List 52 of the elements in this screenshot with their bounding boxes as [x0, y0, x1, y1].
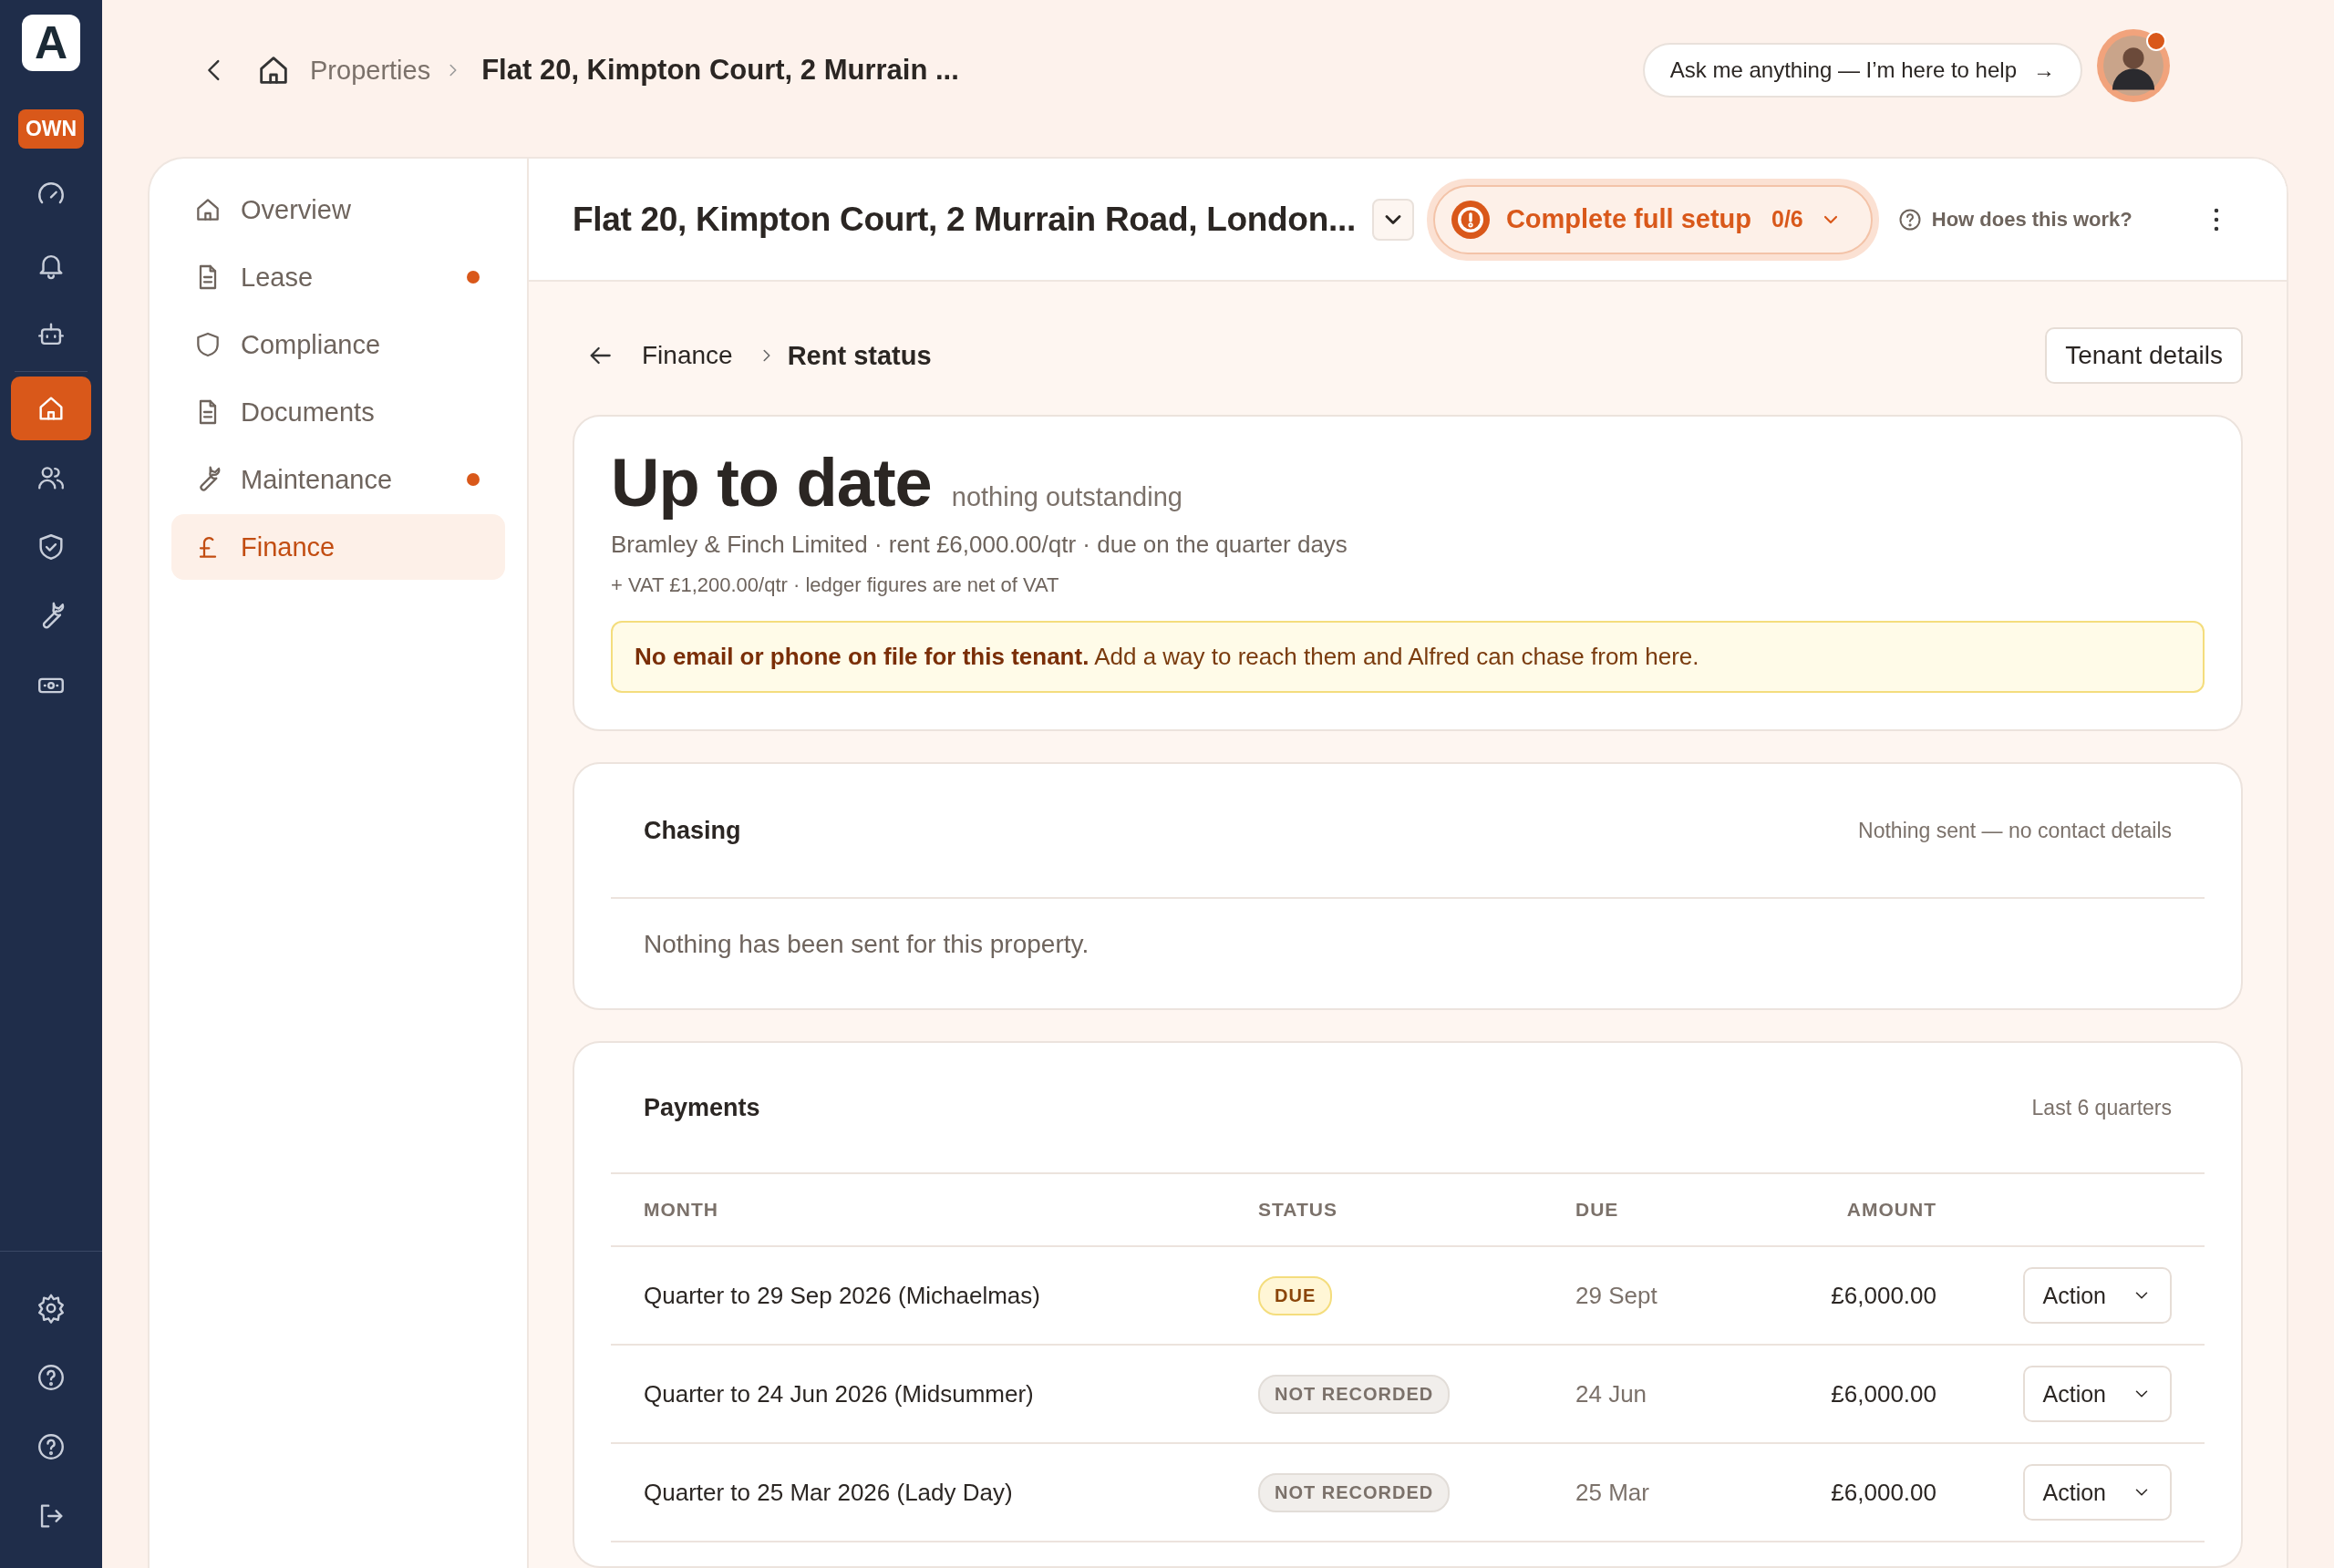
section-title: Payments [644, 1093, 760, 1122]
table-cell-text: £6,000.00 [1830, 1478, 1936, 1507]
person-icon [2103, 36, 2164, 96]
sidebar-item[interactable]: Finance [171, 514, 505, 580]
sidebar-item[interactable]: Maintenance [171, 447, 505, 512]
table-cell-text: Quarter to 25 Mar 2026 (Lady Day) [644, 1478, 1014, 1507]
warning-banner: No email or phone on file for this tenant. Add a way to reach them and Alfred can chase from here. [611, 621, 2205, 693]
rail-item[interactable] [11, 377, 91, 440]
sidebar-item[interactable]: Overview [171, 177, 505, 242]
column-header: MONTH [644, 1199, 719, 1221]
rent-status: Up to date [611, 444, 932, 521]
status-badge: DUE [1258, 1275, 1333, 1315]
status-note: nothing outstanding [951, 482, 1182, 512]
column-header: AMOUNT [1845, 1199, 1936, 1221]
setup-button[interactable]: Complete full setup 0/6 [1432, 184, 1873, 254]
vat-note: + VAT £1,200.00/qtr · ledger figures are net of VAT [611, 573, 1060, 597]
table-cell-text: £6,000.00 [1830, 1379, 1936, 1408]
breadcrumb-link[interactable]: Finance [642, 341, 733, 370]
sidebar-item[interactable]: Documents [171, 379, 505, 445]
lease-summary: Bramley & Finch Limited · rent £6,000.00/qtr · due on the quarter days [611, 531, 1348, 559]
page-title: Rent status [787, 340, 932, 371]
property-title: Flat 20, Kimpton Court, 2 Murrain Road, London... [573, 200, 1356, 239]
empty-message: Nothing has been sent for this property. [643, 929, 1090, 960]
plan-badge: OWN [17, 109, 85, 149]
tenant-details-button[interactable]: Tenant details [2045, 327, 2243, 384]
section-title: Chasing [644, 816, 741, 845]
column-header: DUE [1575, 1199, 1620, 1221]
sidebar-item[interactable]: Lease [171, 244, 505, 310]
help-link[interactable]: How does this work? [1896, 206, 2133, 232]
table-cell-text: £6,000.00 [1830, 1281, 1936, 1310]
section-meta: Last 6 quarters [2031, 1095, 2172, 1120]
property-dropdown-button[interactable] [1371, 198, 1414, 241]
section-meta: Nothing sent — no contact details [1858, 818, 2172, 843]
sidebar-item[interactable]: Compliance [171, 312, 505, 377]
help-icon [36, 1431, 67, 1462]
column-header: STATUS [1258, 1199, 1338, 1221]
action-dropdown[interactable]: Action [2022, 1464, 2172, 1521]
status-badge: NOT RECORDED [1258, 1472, 1451, 1512]
table-cell-text: 25 Mar [1575, 1478, 1650, 1507]
action-dropdown[interactable]: Action [2022, 1267, 2172, 1324]
app-logo[interactable]: A [22, 15, 80, 71]
breadcrumb-link[interactable]: Properties [310, 55, 431, 86]
table-cell-text: Quarter to 29 Sep 2026 (Michaelmas) [644, 1281, 1041, 1310]
alert-icon [1451, 200, 1490, 239]
table-cell-text: 29 Sept [1575, 1281, 1658, 1310]
help-icon [36, 1362, 67, 1393]
assistant-button[interactable]: Ask me anything — I’m here to help → [1642, 43, 2082, 98]
status-badge: NOT RECORDED [1258, 1374, 1451, 1414]
action-dropdown[interactable]: Action [2022, 1366, 2172, 1422]
table-cell-text: 24 Jun [1575, 1379, 1648, 1408]
table-cell-text: Quarter to 24 Jun 2026 (Midsummer) [644, 1379, 1035, 1408]
settings-icon [36, 1293, 67, 1324]
